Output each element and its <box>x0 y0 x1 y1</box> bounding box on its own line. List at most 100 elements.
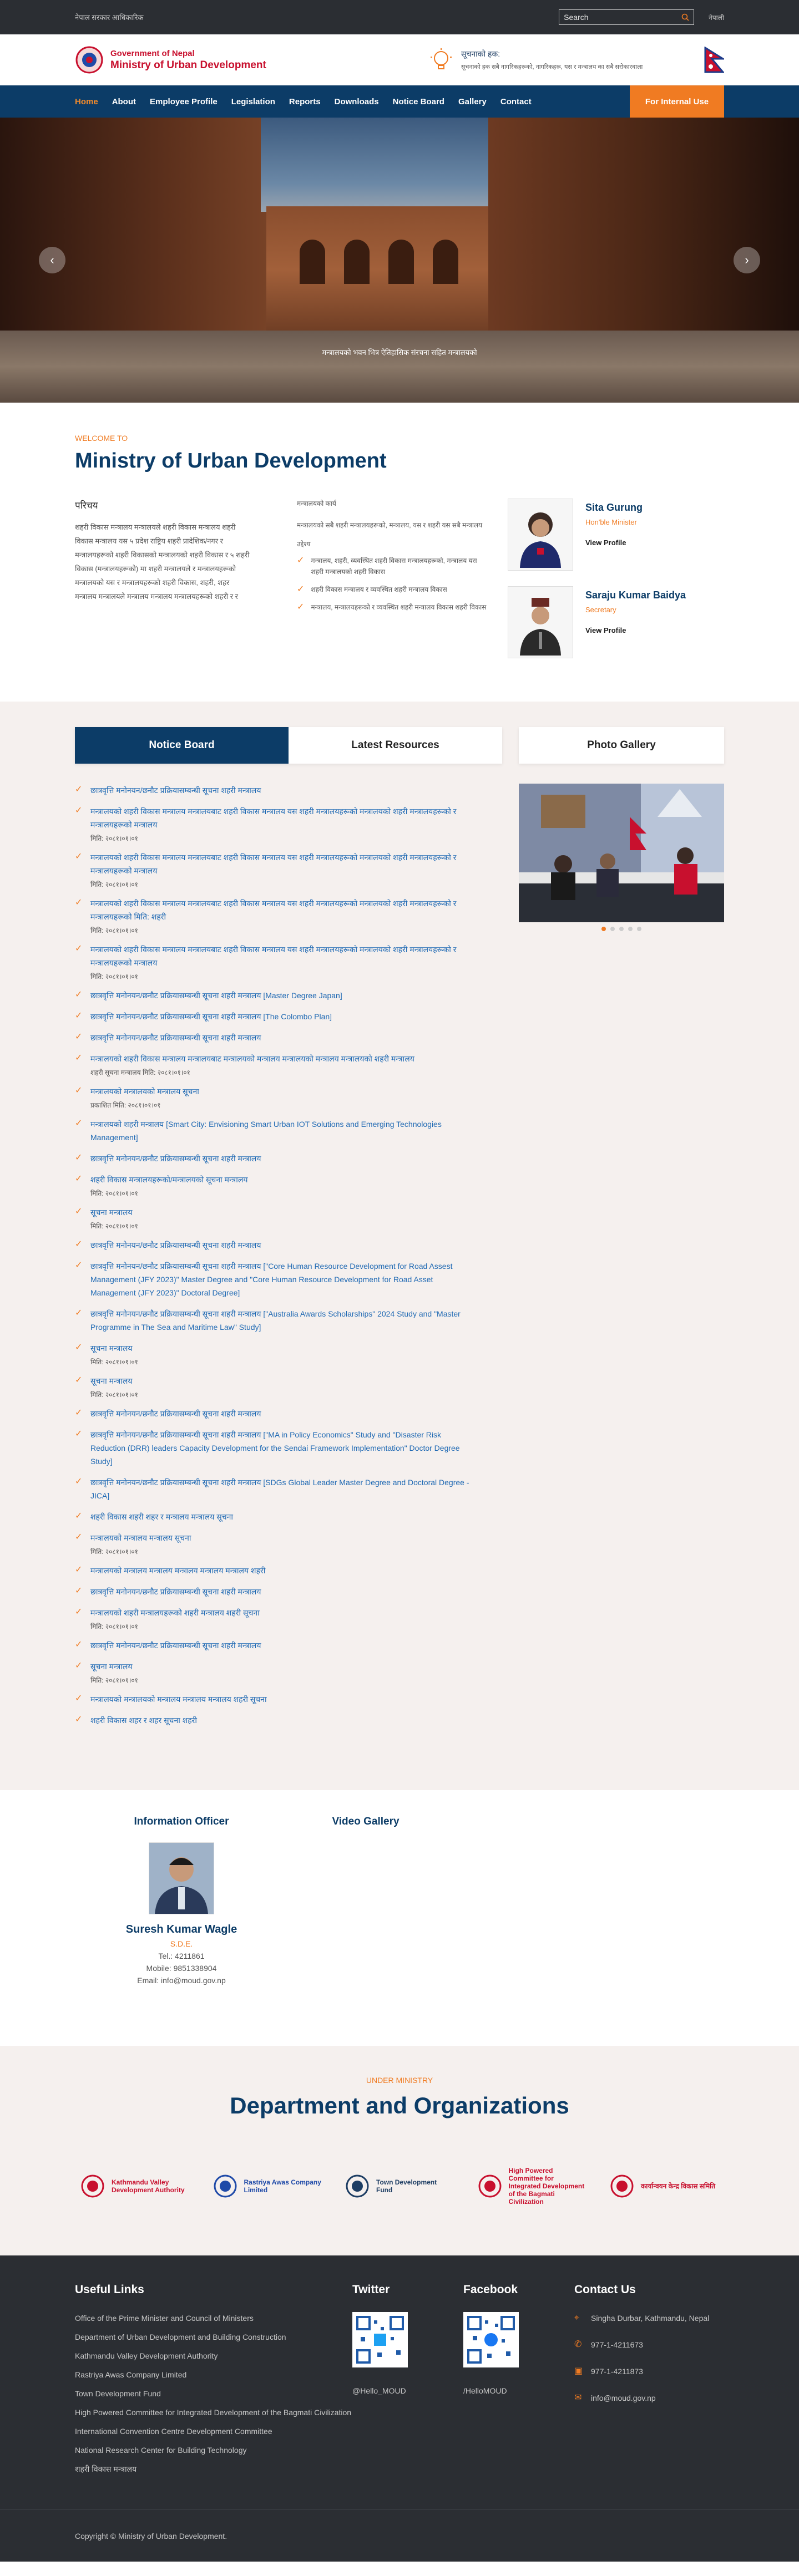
notice-item[interactable]: ✓ मन्त्रालयको मन्त्रालय मन्त्रालय सूचना मि… <box>75 1531 502 1556</box>
notice-title[interactable]: छात्रवृत्ति मनोनयन/छनौट प्रक्रियासम्बन्ध… <box>90 1407 473 1420</box>
nav-about[interactable]: About <box>112 97 136 106</box>
notice-item[interactable]: ✓ मन्त्रालयको शहरी विकास मन्त्रालय मन्त्र… <box>75 1052 502 1077</box>
notice-title[interactable]: छात्रवृत्ति मनोनयन/छनौट प्रक्रियासम्बन्ध… <box>90 1152 473 1165</box>
notice-title[interactable]: सूचना मन्त्रालय <box>90 1660 473 1673</box>
minister-view-profile-link[interactable]: View Profile <box>585 538 643 547</box>
notice-item[interactable]: ✓ शहरी विकास शहरी शहर र मन्त्रालय मन्त्रा… <box>75 1510 502 1523</box>
photo-gallery-title[interactable]: Photo Gallery <box>519 727 724 764</box>
notice-item[interactable]: ✓ मन्त्रालयको शहरी विकास मन्त्रालय मन्त्र… <box>75 805 502 843</box>
facebook-handle[interactable]: /HelloMOUD <box>463 2386 574 2395</box>
notice-item[interactable]: ✓ मन्त्रालयको मन्त्रालयको मन्त्रालय सूचना… <box>75 1085 502 1110</box>
notice-title[interactable]: शहरी विकास मन्त्रालयहरूको/मन्त्रालयको सू… <box>90 1173 473 1186</box>
notice-item[interactable]: ✓ छात्रवृत्ति मनोनयन/छनौट प्रक्रियासम्बन्… <box>75 1031 502 1044</box>
contact-phone[interactable]: ✆ 977-1-4211673 <box>574 2339 724 2351</box>
notice-title[interactable]: मन्त्रालयको शहरी विकास मन्त्रालय मन्त्रा… <box>90 851 473 877</box>
footer-link[interactable]: Office of the Prime Minister and Council… <box>75 2312 352 2324</box>
notice-item[interactable]: ✓ सूचना मन्त्रालय मिति: २०८१।०१।०१ <box>75 1374 502 1399</box>
video-gallery-title[interactable]: Video Gallery <box>288 1816 443 1828</box>
footer-link[interactable]: Kathmandu Valley Development Authority <box>75 2350 352 2362</box>
twitter-qr-code[interactable] <box>352 2312 408 2367</box>
notice-title[interactable]: छात्रवृत्ति मनोनयन/छनौट प्रक्रियासम्बन्ध… <box>90 1238 473 1252</box>
notice-item[interactable]: ✓ मन्त्रालयको शहरी विकास मन्त्रालय मन्त्र… <box>75 851 502 889</box>
contact-email[interactable]: ✉ info@moud.gov.np <box>574 2392 724 2404</box>
tab-latest-resources[interactable]: Latest Resources <box>289 727 502 764</box>
footer-link[interactable]: High Powered Committee for Integrated De… <box>75 2406 352 2419</box>
search-box[interactable] <box>559 9 695 25</box>
notice-item[interactable]: ✓ छात्रवृत्ति मनोनयन/छनौट प्रक्रियासम्बन्… <box>75 1152 502 1165</box>
notice-title[interactable]: मन्त्रालयको शहरी विकास मन्त्रालय मन्त्रा… <box>90 943 473 969</box>
notice-title[interactable]: छात्रवृत्ति मनोनयन/छनौट प्रक्रियासम्बन्ध… <box>90 1585 473 1598</box>
site-logo[interactable]: Government of Nepal Ministry of Urban De… <box>75 45 430 74</box>
footer-link[interactable]: Rastriya Awas Company Limited <box>75 2369 352 2381</box>
notice-item[interactable]: ✓ छात्रवृत्ति मनोनयन/छनौट प्रक्रियासम्बन्… <box>75 1476 502 1502</box>
notice-title[interactable]: मन्त्रालयको मन्त्रालय मन्त्रालय सूचना <box>90 1531 473 1544</box>
notice-title[interactable]: सूचना मन्त्रालय <box>90 1206 473 1219</box>
slider-prev-button[interactable]: ‹ <box>39 247 65 273</box>
notice-title[interactable]: शहरी विकास शहरी शहर र मन्त्रालय मन्त्राल… <box>90 1510 473 1523</box>
notice-item[interactable]: ✓ छात्रवृत्ति मनोनयन/छनौट प्रक्रियासम्बन्… <box>75 1010 502 1023</box>
dept-logo[interactable]: Rastriya Awas Company Limited <box>213 2167 322 2206</box>
notice-title[interactable]: छात्रवृत्ति मनोनयन/छनौट प्रक्रियासम्बन्ध… <box>90 1476 473 1502</box>
gallery-dot[interactable] <box>601 927 606 931</box>
notice-item[interactable]: ✓ शहरी विकास शहर र शहर सूचना शहरी <box>75 1714 502 1727</box>
gallery-dot[interactable] <box>610 927 615 931</box>
notice-title[interactable]: मन्त्रालयको शहरी विकास मन्त्रालय मन्त्रा… <box>90 1052 473 1065</box>
notice-title[interactable]: शहरी विकास शहर र शहर सूचना शहरी <box>90 1714 473 1727</box>
notice-item[interactable]: ✓ छात्रवृत्ति मनोनयन/छनौट प्रक्रियासम्बन्… <box>75 1428 502 1468</box>
notice-title[interactable]: मन्त्रालयको मन्त्रालय मन्त्रालय मन्त्राल… <box>90 1564 473 1577</box>
dept-logo[interactable]: High Powered Committee for Integrated De… <box>478 2167 586 2206</box>
notice-title[interactable]: छात्रवृत्ति मनोनयन/छनौट प्रक्रियासम्बन्ध… <box>90 1010 473 1023</box>
notice-item[interactable]: ✓ छात्रवृत्ति मनोनयन/छनौट प्रक्रियासम्बन्… <box>75 1307 502 1334</box>
notice-item[interactable]: ✓ छात्रवृत्ति मनोनयन/छनौट प्रक्रियासम्बन्… <box>75 1238 502 1252</box>
notice-item[interactable]: ✓ छात्रवृत्ति मनोनयन/छनौट प्रक्रियासम्बन्… <box>75 989 502 1002</box>
notice-title[interactable]: छात्रवृत्ति मनोनयन/छनौट प्रक्रियासम्बन्ध… <box>90 1428 473 1468</box>
internal-use-button[interactable]: For Internal Use <box>630 85 724 118</box>
notice-item[interactable]: ✓ सूचना मन्त्रालय मिति: २०८१।०१।०१ <box>75 1342 502 1366</box>
notice-title[interactable]: मन्त्रालयको शहरी मन्त्रालय [Smart City: … <box>90 1117 473 1144</box>
notice-title[interactable]: छात्रवृत्ति मनोनयन/छनौट प्रक्रियासम्बन्ध… <box>90 989 473 1002</box>
facebook-qr-code[interactable] <box>463 2312 519 2367</box>
notice-item[interactable]: ✓ मन्त्रालयको शहरी मन्त्रालय [Smart City:… <box>75 1117 502 1144</box>
nav-notice-board[interactable]: Notice Board <box>393 97 444 106</box>
gallery-photo[interactable] <box>519 784 724 922</box>
footer-link[interactable]: Department of Urban Development and Buil… <box>75 2331 352 2343</box>
notice-item[interactable]: ✓ सूचना मन्त्रालय मिति: २०८१।०१।०१ <box>75 1206 502 1231</box>
contact-fax[interactable]: ▣ 977-1-4211873 <box>574 2365 724 2377</box>
notice-title[interactable]: छात्रवृत्ति मनोनयन/छनौट प्रक्रियासम्बन्ध… <box>90 1031 473 1044</box>
notice-item[interactable]: ✓ छात्रवृत्ति मनोनयन/छनौट प्रक्रियासम्बन्… <box>75 1639 502 1652</box>
twitter-handle[interactable]: @Hello_MOUD <box>352 2386 463 2395</box>
notice-title[interactable]: मन्त्रालयको शहरी विकास मन्त्रालय मन्त्रा… <box>90 805 473 831</box>
dept-logo[interactable]: Kathmandu Valley Development Authority <box>80 2167 189 2206</box>
notice-title[interactable]: छात्रवृत्ति मनोनयन/छनौट प्रक्रियासम्बन्ध… <box>90 784 473 797</box>
notice-title[interactable]: मन्त्रालयको शहरी विकास मन्त्रालय मन्त्रा… <box>90 897 473 923</box>
dept-logo[interactable]: Town Development Fund <box>345 2167 454 2206</box>
notice-item[interactable]: ✓ छात्रवृत्ति मनोनयन/छनौट प्रक्रियासम्बन्… <box>75 1407 502 1420</box>
gallery-dot[interactable] <box>619 927 624 931</box>
footer-link[interactable]: National Research Center for Building Te… <box>75 2444 352 2456</box>
notice-item[interactable]: ✓ मन्त्रालयको मन्त्रालय मन्त्रालय मन्त्रा… <box>75 1564 502 1577</box>
language-switch[interactable]: नेपाली <box>709 13 724 22</box>
gallery-dot[interactable] <box>637 927 641 931</box>
notice-title[interactable]: छात्रवृत्ति मनोनयन/छनौट प्रक्रियासम्बन्ध… <box>90 1307 473 1334</box>
nav-gallery[interactable]: Gallery <box>458 97 487 106</box>
notice-item[interactable]: ✓ मन्त्रालयको शहरी मन्त्रालयहरूको शहरी मन… <box>75 1606 502 1631</box>
notice-item[interactable]: ✓ शहरी विकास मन्त्रालयहरूको/मन्त्रालयको स… <box>75 1173 502 1198</box>
notice-title[interactable]: मन्त्रालयको मन्त्रालयको मन्त्रालय मन्त्र… <box>90 1693 473 1706</box>
notice-title[interactable]: छात्रवृत्ति मनोनयन/छनौट प्रक्रियासम्बन्ध… <box>90 1639 473 1652</box>
notice-item[interactable]: ✓ मन्त्रालयको शहरी विकास मन्त्रालय मन्त्र… <box>75 897 502 935</box>
nav-legislation[interactable]: Legislation <box>231 97 275 106</box>
footer-link[interactable]: शहरी विकास मन्त्रालय <box>75 2463 352 2475</box>
gallery-dot[interactable] <box>628 927 633 931</box>
secretary-view-profile-link[interactable]: View Profile <box>585 626 686 634</box>
nav-downloads[interactable]: Downloads <box>335 97 379 106</box>
nav-employee-profile[interactable]: Employee Profile <box>150 97 218 106</box>
tab-notice-board[interactable]: Notice Board <box>75 727 289 764</box>
notice-title[interactable]: सूचना मन्त्रालय <box>90 1374 473 1388</box>
search-input[interactable] <box>564 13 670 22</box>
nav-reports[interactable]: Reports <box>289 97 321 106</box>
notice-item[interactable]: ✓ छात्रवृत्ति मनोनयन/छनौट प्रक्रियासम्बन्… <box>75 784 502 797</box>
notice-item[interactable]: ✓ छात्रवृत्ति मनोनयन/छनौट प्रक्रियासम्बन्… <box>75 1585 502 1598</box>
notice-item[interactable]: ✓ सूचना मन्त्रालय मिति: २०८१।०१।०१ <box>75 1660 502 1685</box>
notice-title[interactable]: सूचना मन्त्रालय <box>90 1342 473 1355</box>
search-icon[interactable] <box>681 13 689 21</box>
